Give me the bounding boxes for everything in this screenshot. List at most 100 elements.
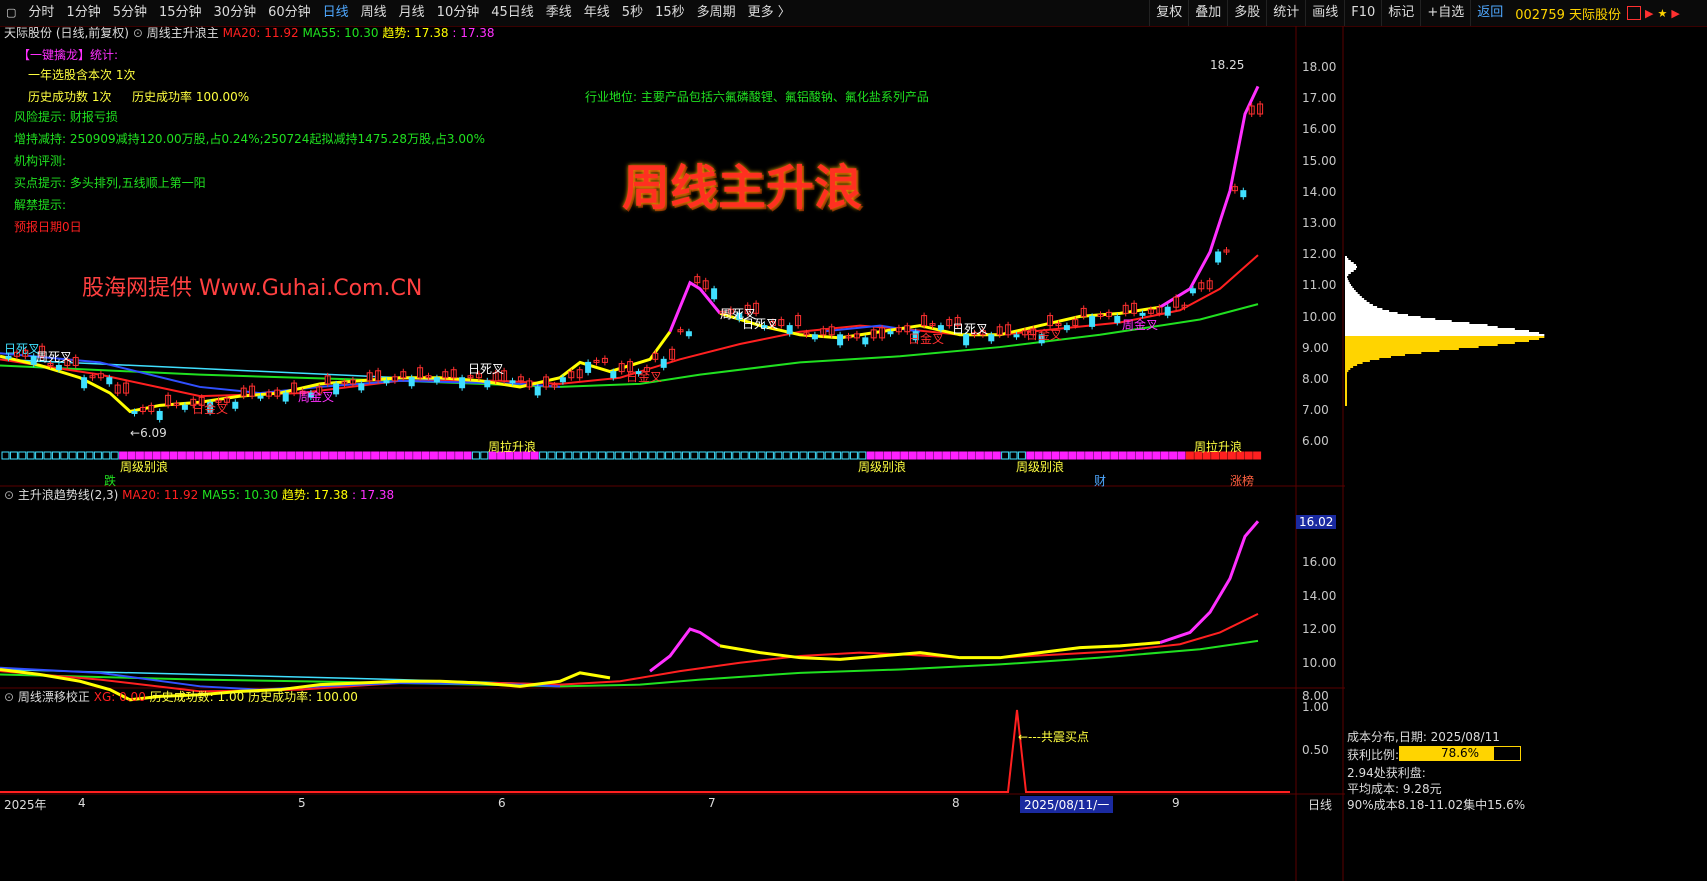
big-title: 周线主升浪	[622, 160, 863, 216]
watermark: 股海网提供 Www.Guhai.Com.CN	[82, 276, 423, 301]
signal-square	[782, 451, 791, 460]
toolbar-button[interactable]: 返回	[1470, 0, 1509, 26]
signal-square	[984, 451, 993, 460]
high-price-label: 18.25	[1210, 58, 1245, 72]
signal-square	[749, 451, 758, 460]
chip-bar	[1345, 310, 1390, 312]
toolbar-button[interactable]: 画线	[1305, 0, 1344, 26]
menu-icon[interactable]: ▢	[0, 0, 22, 26]
success-count-label: 历史成功数: 1.00	[149, 690, 245, 704]
chip-bar	[1345, 374, 1347, 376]
chip-bar	[1345, 304, 1373, 306]
star-icon[interactable]: ★	[1657, 7, 1667, 20]
toolbar-button[interactable]: 叠加	[1188, 0, 1227, 26]
cost-concentration: 90%成本8.18-11.02集中15.6%	[1347, 798, 1526, 812]
period-tab[interactable]: 多周期	[691, 0, 742, 26]
main_panel-tick: 6.00	[1302, 434, 1329, 449]
cursor-date: 2025/08/11/一	[1020, 796, 1114, 813]
bottom-panel-header: ⊙ 周线漂移校正 XG: 0.00 历史成功数: 1.00 历史成功率: 100…	[4, 688, 358, 706]
signal-square	[967, 451, 976, 460]
trend-label: 趋势: 17.38	[382, 26, 449, 40]
chip-bar	[1345, 266, 1357, 268]
period-tab[interactable]: 60分钟	[262, 0, 317, 26]
signal-square	[245, 451, 254, 460]
signal-square	[446, 451, 455, 460]
signal-square	[833, 451, 842, 460]
play-icon[interactable]: ▶	[1671, 7, 1679, 20]
period-tab[interactable]: 5秒	[616, 0, 649, 26]
period-tab[interactable]: 10分钟	[431, 0, 486, 26]
arrow-icon[interactable]: ▶	[1645, 7, 1653, 20]
period-tab[interactable]: 月线	[393, 0, 431, 26]
signal-square	[337, 451, 346, 460]
period-tab[interactable]: 1分钟	[60, 0, 106, 26]
toolbar-button[interactable]: 统计	[1266, 0, 1305, 26]
success-rate-label: 历史成功率: 100.00	[248, 690, 358, 704]
period-tab[interactable]: 15分钟	[153, 0, 208, 26]
signal-square	[1085, 451, 1094, 460]
profit-ratio-label: 获利比例:	[1347, 748, 1400, 762]
signal-square	[480, 451, 489, 460]
period-tab[interactable]: 30分钟	[208, 0, 263, 26]
main_panel-tick: 16.00	[1302, 122, 1337, 137]
chip-bar	[1345, 318, 1436, 320]
signal-square	[278, 451, 287, 460]
chip-bar	[1345, 288, 1355, 290]
signal-square	[396, 451, 405, 460]
chip-bar	[1345, 372, 1348, 374]
avg-cost: 平均成本: 9.28元	[1347, 782, 1442, 796]
signal-square	[1177, 451, 1186, 460]
chip-bar	[1345, 264, 1357, 266]
week-wave-label-2: 周级别浪	[858, 460, 907, 474]
signal-square	[421, 451, 430, 460]
signal-square	[698, 451, 707, 460]
chip-bar	[1345, 370, 1349, 372]
signal-square	[253, 451, 262, 460]
period-tab[interactable]: 日线	[317, 0, 355, 26]
toolbar-button[interactable]: +自选	[1420, 0, 1470, 26]
main_panel-tick: 12.00	[1302, 247, 1337, 262]
toolbar-button[interactable]: 多股	[1227, 0, 1266, 26]
signal-square	[18, 451, 27, 460]
report-date: 预报日期0日	[14, 220, 82, 234]
signal-square	[1001, 451, 1010, 460]
period-tab[interactable]: 年线	[578, 0, 616, 26]
bottom-indicator-name[interactable]: 周线漂移校正	[18, 690, 90, 704]
signal-square	[77, 451, 86, 460]
period-tab[interactable]: 15秒	[649, 0, 691, 26]
stats-line2b: 历史成功率 100.00%	[132, 90, 250, 104]
sub-indicator-name[interactable]: 主升浪趋势线(2,3)	[18, 488, 118, 502]
golden-cross-label-2: 日金叉	[626, 370, 663, 384]
signal-square	[1143, 451, 1152, 460]
toolbar-button[interactable]: 标记	[1381, 0, 1420, 26]
signal-square	[1169, 451, 1178, 460]
death-cross-label-2: 日死叉	[468, 362, 505, 376]
signal-square	[631, 451, 640, 460]
collapse-icon[interactable]: ⊙	[133, 26, 143, 40]
signal-square	[345, 451, 354, 460]
indicator-name[interactable]: 周线主升浪主	[147, 26, 219, 40]
collapse-icon[interactable]: ⊙	[4, 690, 14, 704]
signal-square	[194, 451, 203, 460]
collapse-icon[interactable]: ⊙	[4, 488, 14, 502]
period-tab[interactable]: 季线	[540, 0, 578, 26]
chip-bar	[1345, 282, 1350, 284]
x-period-label[interactable]: 日线	[1308, 796, 1332, 813]
ma20-label: MA20: 11.92	[222, 26, 299, 40]
period-tab[interactable]: 周线	[355, 0, 393, 26]
chip-bar	[1345, 326, 1498, 328]
period-tab[interactable]: 分时	[22, 0, 60, 26]
toolbar-button[interactable]: 复权	[1149, 0, 1188, 26]
period-tab[interactable]: 更多 〉	[742, 0, 797, 26]
signal-square	[203, 451, 212, 460]
chip-bar	[1345, 322, 1470, 324]
period-tab[interactable]: 5分钟	[107, 0, 153, 26]
flag-icon[interactable]	[1627, 6, 1641, 20]
chip-bar	[1345, 364, 1358, 366]
period-tab[interactable]: 45日线	[485, 0, 540, 26]
chip-bar	[1345, 334, 1545, 336]
toolbar-button[interactable]: F10	[1344, 0, 1381, 26]
golden-cross-label: 日金叉	[192, 402, 229, 416]
signal-square	[774, 451, 783, 460]
signal-square	[597, 451, 606, 460]
